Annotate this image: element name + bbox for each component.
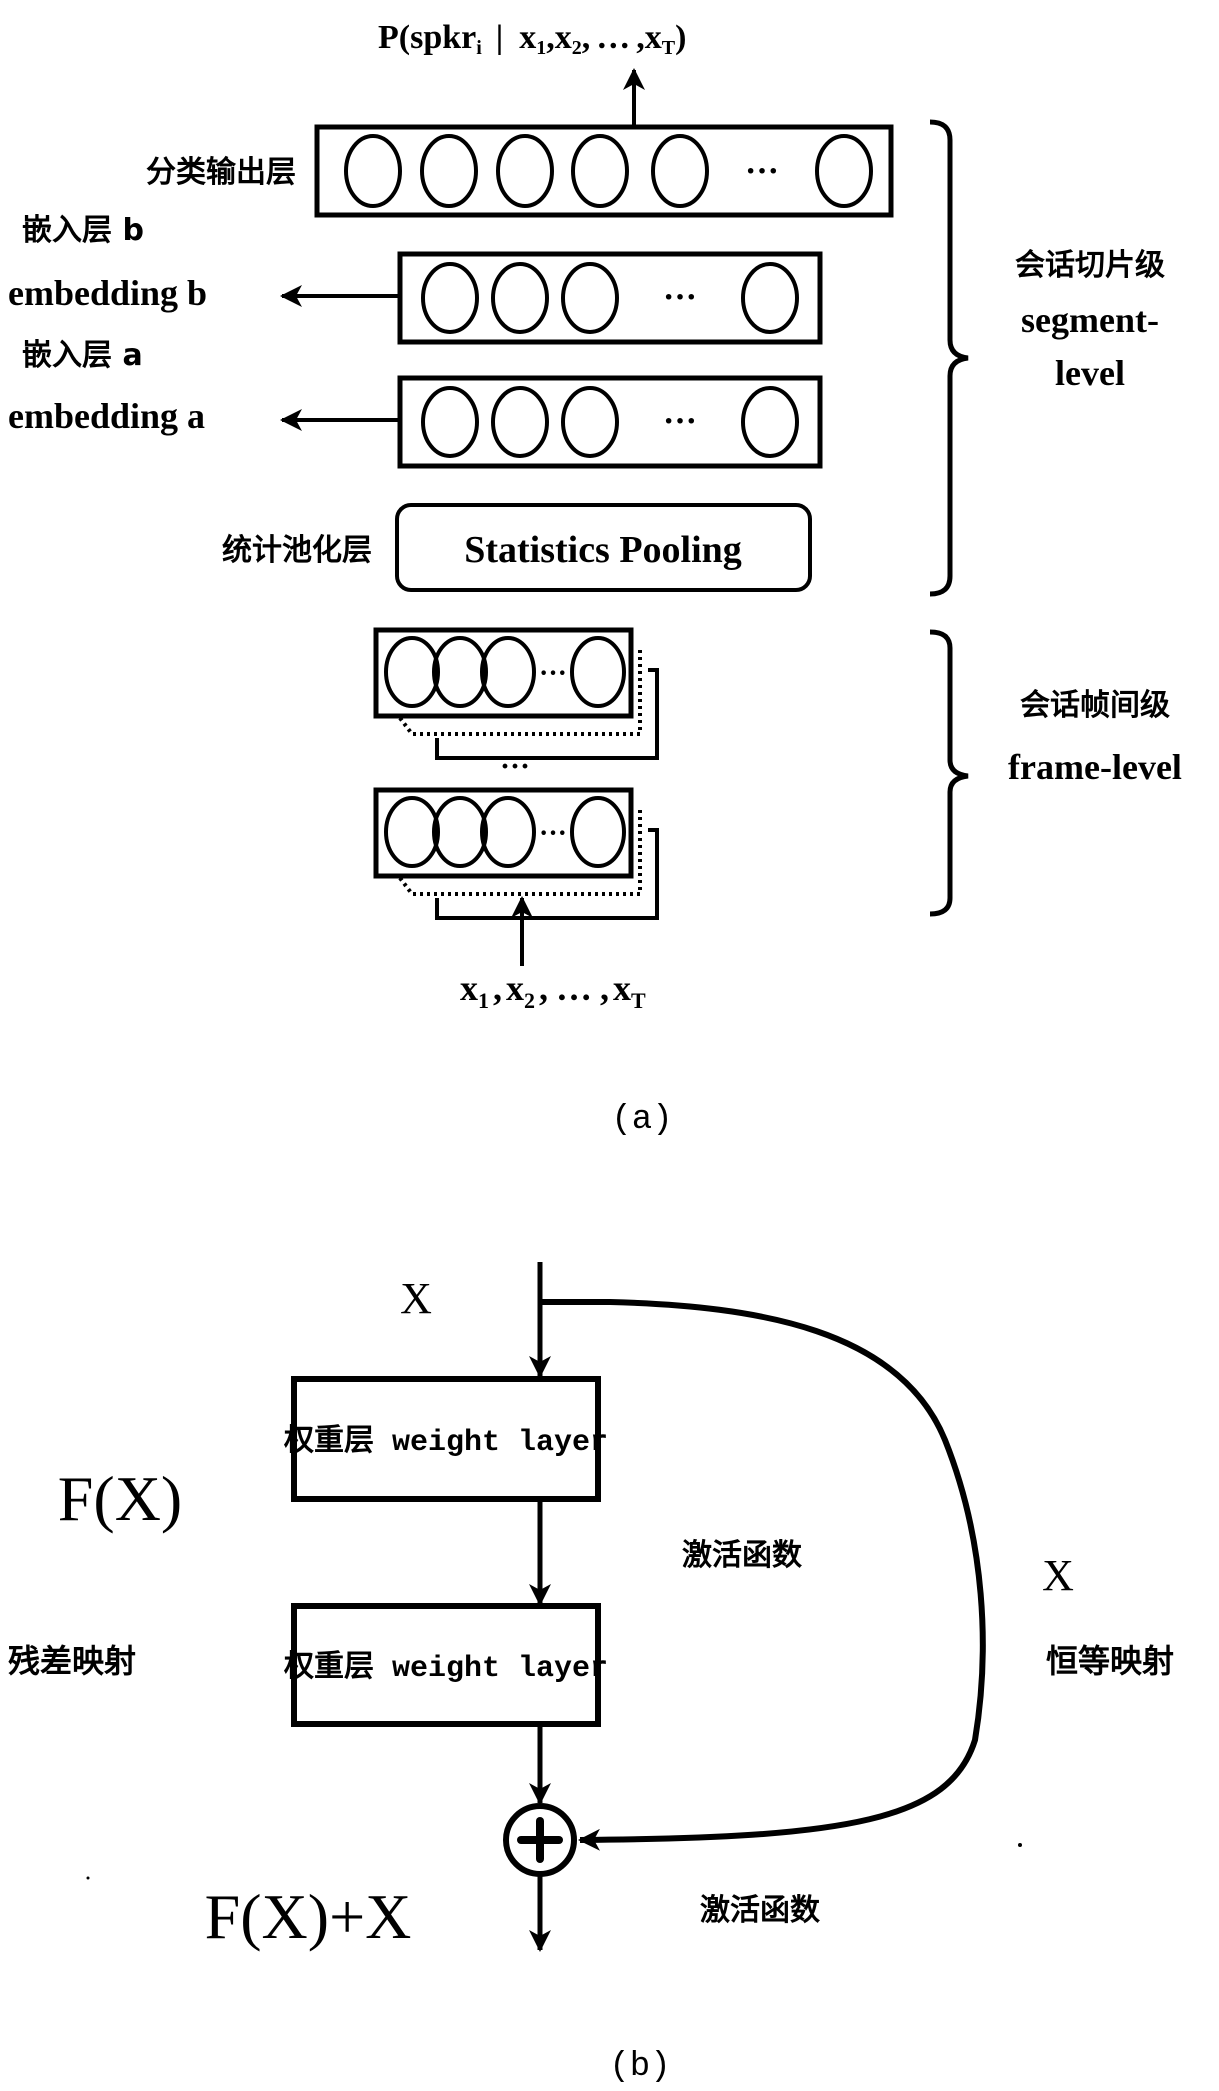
- ellipsis: ···: [539, 658, 567, 689]
- ellipsis: ···: [539, 818, 567, 849]
- frame-layer-bottom: [373, 787, 659, 920]
- output-label: F(X)+X: [205, 1881, 412, 1952]
- ellipsis: ···: [745, 153, 779, 190]
- caption-a: (a): [611, 1101, 672, 1139]
- ellipsis: ···: [663, 403, 697, 440]
- between-layers-ellipsis: ···: [500, 750, 530, 783]
- segment-level-label: segment-: [1021, 300, 1159, 340]
- ellipsis: ···: [663, 279, 697, 316]
- neuron-node: [561, 386, 619, 458]
- frame-layer-top: [373, 627, 659, 760]
- neuron-node: [421, 386, 479, 458]
- embedding-b-nodes: [421, 262, 799, 334]
- neuron-node: [420, 134, 478, 208]
- identity-x-label: X: [1042, 1551, 1074, 1600]
- neuron-node: [491, 262, 549, 334]
- output-probability-label: P(spkri | x1,x2,… ,xT): [378, 19, 686, 59]
- embedding-a-zh-label: 嵌入层 a: [22, 338, 143, 373]
- svg-text:x1,x2,…,xT: x1, x2,…, xT: [460, 968, 646, 1013]
- scan-artifact-dot: [86, 1876, 90, 1880]
- neuron-node: [491, 386, 549, 458]
- neuron-node: [651, 134, 709, 208]
- weight-layer-label-2: 权重层 weight layer: [283, 1650, 608, 1686]
- segment-level-bracket: [929, 119, 969, 597]
- neuron-node: [571, 134, 629, 208]
- classification-output-label: 分类输出层: [146, 155, 296, 190]
- activation-label-1: 激活函数: [682, 1538, 803, 1573]
- weight-layer-label-1: 权重层 weight layer: [283, 1424, 608, 1460]
- neuron-node: [815, 134, 873, 208]
- figure-a: P(spkri | x1,x2,… ,xT) 分类输出层 ··· 嵌入层 b embe…: [8, 19, 1182, 1139]
- statistics-pooling-zh-label: 统计池化层: [222, 533, 372, 568]
- statistics-pooling-label: Statistics Pooling: [464, 529, 742, 571]
- embedding-a-nodes: [421, 386, 799, 458]
- identity-mapping-label: 恒等映射: [1046, 1642, 1174, 1680]
- embedding-a-label: embedding a: [8, 396, 205, 436]
- activation-label-2: 激活函数: [700, 1893, 821, 1928]
- residual-mapping-label: 残差映射: [8, 1642, 136, 1680]
- figure-b: X 权重层 weight layer 激活函数 F(X) 权重层 weight …: [8, 1262, 1174, 2086]
- input-sequence-label: x1, x2,…, xT: [460, 968, 646, 1013]
- classification-output-nodes: [344, 134, 873, 208]
- scan-artifact-dot: [1018, 1843, 1022, 1847]
- svg-text:P(spkri|x1,x2,…,xT): P(spkri | x1,x2,… ,xT): [378, 19, 686, 59]
- neuron-node: [741, 386, 799, 458]
- neuron-node: [344, 134, 402, 208]
- frame-level-bracket: [929, 629, 969, 917]
- frame-level-zh-label: 会话帧间级: [1020, 688, 1170, 723]
- segment-level-label: level: [1055, 353, 1125, 393]
- classification-output-layer-box: [314, 124, 894, 218]
- caption-b: (b): [609, 2048, 670, 2086]
- embedding-b-zh-label: 嵌入层 b: [22, 213, 144, 248]
- neuron-node: [496, 134, 554, 208]
- input-x-label: X: [400, 1274, 432, 1323]
- diagram-canvas: P(spkri | x1,x2,… ,xT) 分类输出层 ··· 嵌入层 b embe…: [8, 19, 1182, 2086]
- frame-level-label: frame-level: [1008, 747, 1182, 787]
- neuron-node: [741, 262, 799, 334]
- neuron-node: [421, 262, 479, 334]
- segment-level-zh-label: 会话切片级: [1015, 248, 1165, 283]
- embedding-b-label: embedding b: [8, 273, 207, 313]
- neuron-node: [561, 262, 619, 334]
- residual-function-label: F(X): [58, 1463, 182, 1534]
